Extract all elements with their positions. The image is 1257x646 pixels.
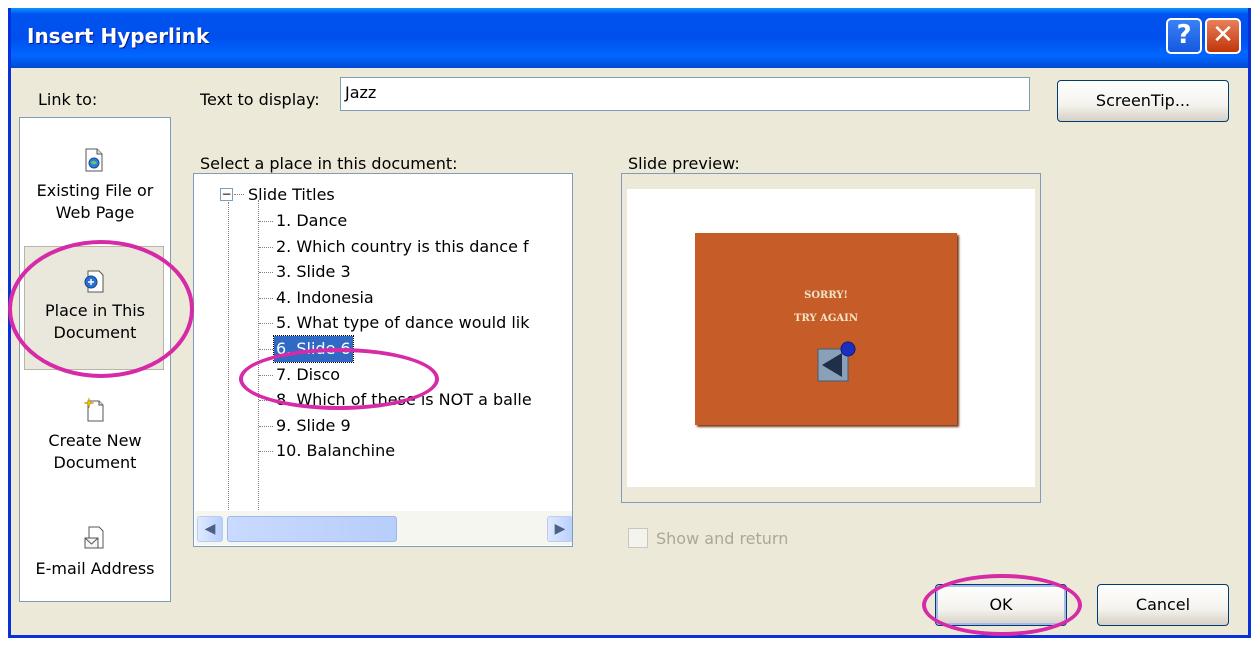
tree-item[interactable]: 9. Slide 9 (276, 413, 351, 439)
tree-line-vertical (228, 202, 229, 512)
text-to-display-input[interactable]: Jazz (340, 77, 1030, 111)
highlight-circle-slide-6 (239, 348, 439, 410)
slide-preview-label: Slide preview: (628, 154, 740, 173)
show-and-return-label: Show and return (656, 529, 789, 548)
collapse-toggle[interactable]: − (220, 188, 233, 201)
horizontal-scrollbar[interactable]: ◀ ▶ (195, 511, 572, 545)
text-to-display-label: Text to display: (200, 90, 320, 109)
tree-line-item (259, 451, 273, 453)
show-and-return-checkbox[interactable] (628, 528, 648, 548)
link-to-label: Link to: (38, 90, 98, 109)
link-to-existing-file[interactable]: Existing File or Web Page (20, 138, 170, 248)
tree-item[interactable]: 4. Indonesia (276, 285, 374, 311)
scroll-right-arrow[interactable]: ▶ (547, 516, 572, 542)
dialog-title: Insert Hyperlink (27, 24, 210, 48)
slide-thumbnail: SORRY! TRY AGAIN (695, 233, 957, 425)
scroll-left-arrow[interactable]: ◀ (197, 516, 223, 542)
tree-item[interactable]: 3. Slide 3 (276, 259, 351, 285)
tree-line-item (259, 425, 273, 427)
title-bar: Insert Hyperlink ? ✕ (11, 8, 1248, 68)
email-icon (84, 526, 104, 549)
tree-item[interactable]: 1. Dance (276, 208, 347, 234)
tree-line-item (259, 246, 273, 248)
help-button[interactable]: ? (1166, 18, 1202, 54)
highlight-circle-ok (922, 574, 1082, 636)
tree-line-item (259, 297, 273, 299)
link-to-create-new-document[interactable]: Create New Document (20, 388, 170, 498)
select-place-label: Select a place in this document: (200, 154, 458, 173)
close-button[interactable]: ✕ (1205, 18, 1241, 54)
highlight-circle-place-in-document (8, 240, 194, 378)
new-document-icon (84, 398, 104, 422)
slide-text-line-1: SORRY! (804, 290, 848, 301)
back-arrow-icon (817, 341, 856, 382)
existing-file-label-1: Existing File or (36, 181, 154, 200)
tree-item[interactable]: 2. Which country is this dance f (276, 234, 529, 260)
tree-line-root (234, 194, 244, 195)
existing-file-label-2: Web Page (55, 203, 135, 222)
create-new-label-1: Create New (48, 431, 142, 450)
horizontal-scroll-thumb[interactable] (227, 516, 397, 542)
slide-text-line-2: TRY AGAIN (794, 313, 858, 324)
tree-root-slide-titles[interactable]: Slide Titles (248, 182, 335, 208)
screentip-button[interactable]: ScreenTip... (1057, 80, 1229, 122)
tree-line-item (259, 221, 273, 222)
tree-item[interactable]: 5. What type of dance would lik (276, 310, 530, 336)
tree-line-item (259, 323, 273, 325)
tree-item[interactable]: 10. Balanchine (276, 438, 395, 464)
link-to-email-address[interactable]: E-mail Address (20, 520, 170, 600)
create-new-label-2: Document (53, 453, 137, 472)
web-page-icon (85, 148, 103, 172)
cancel-button[interactable]: Cancel (1097, 584, 1229, 626)
email-address-label: E-mail Address (35, 559, 155, 578)
tree-line-item (259, 272, 273, 274)
tree-line-item (259, 349, 273, 350)
